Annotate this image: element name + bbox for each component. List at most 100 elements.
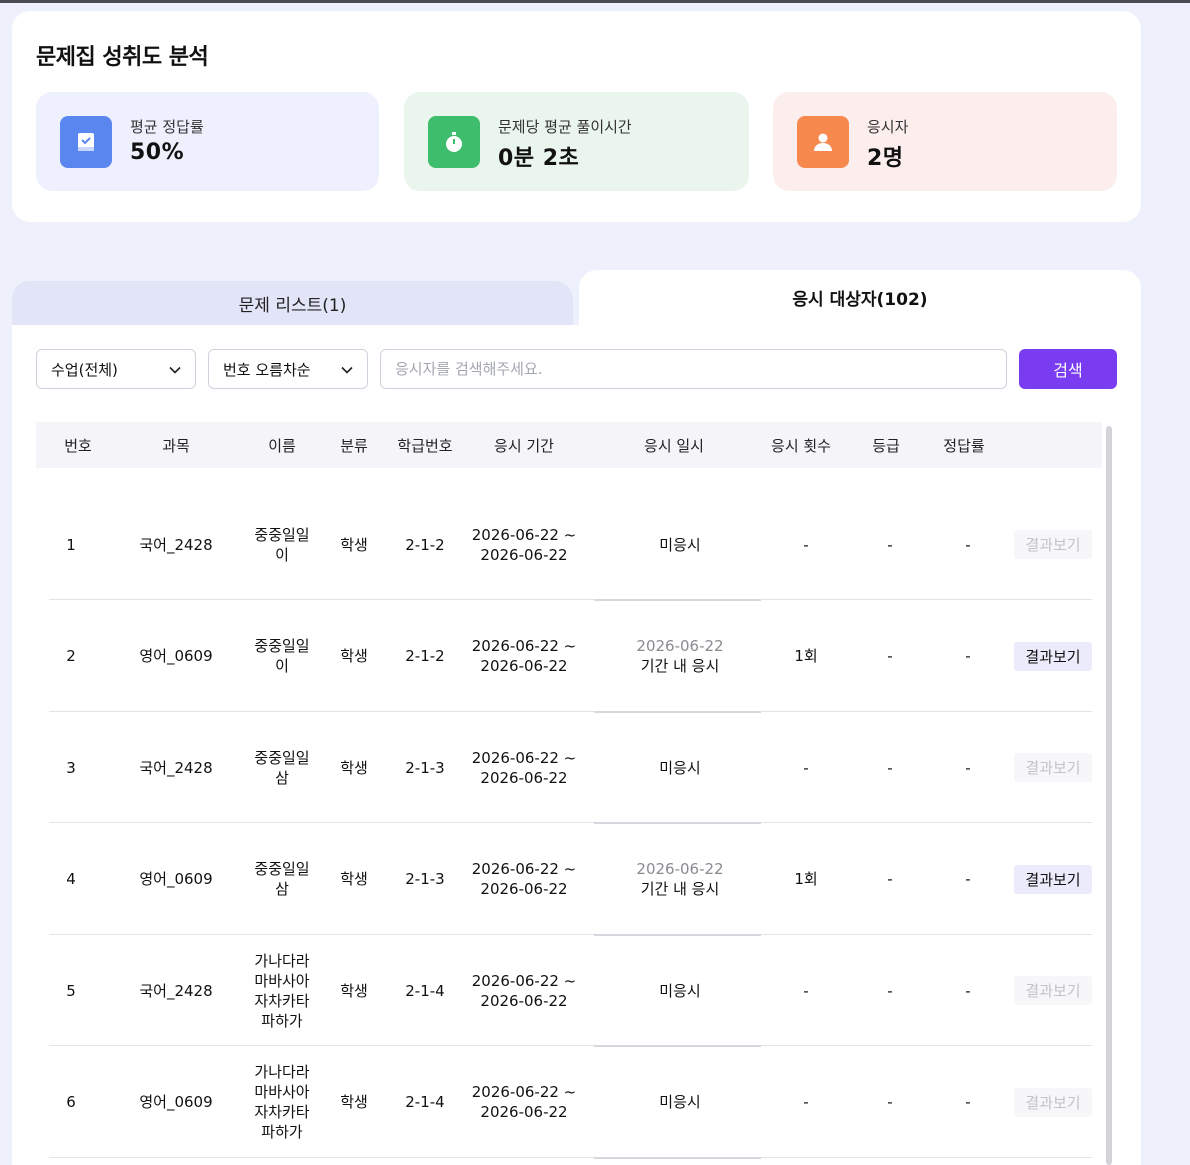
view-result-button[interactable]: 결과보기: [1014, 976, 1092, 1005]
view-result-button[interactable]: 결과보기: [1014, 1087, 1092, 1117]
cell-name: 중중일일 삼: [242, 824, 322, 935]
window-top-bar: [0, 0, 1190, 3]
column-header: 응시 횟수: [771, 436, 831, 455]
book-check-icon: [60, 116, 112, 168]
cell-rate: -: [965, 758, 971, 777]
cell-grade: -: [887, 535, 893, 554]
stopwatch-icon: [428, 116, 480, 168]
cell-type: 학생: [340, 535, 368, 554]
cell-name: 가나다라마바사아자차카타파하가: [242, 1047, 322, 1158]
column-header: 학급번호: [397, 436, 453, 455]
cell-number: 2: [66, 647, 76, 665]
cell-name-line: 이: [275, 545, 289, 564]
cell-grade: -: [887, 1093, 893, 1111]
cell-taken-line: 미응시: [659, 758, 701, 777]
row-divider: [49, 1156, 1092, 1158]
class-filter-select[interactable]: 수업(전체): [36, 349, 196, 389]
view-result-button[interactable]: 결과보기: [1014, 753, 1092, 782]
cell-count: -: [803, 981, 809, 1000]
sort-select[interactable]: 번호 오름차순: [208, 349, 368, 389]
view-result-button[interactable]: 결과보기: [1014, 530, 1092, 559]
table-scrollbar[interactable]: [1106, 426, 1112, 1165]
cell-name-line: 파하가: [261, 1123, 303, 1141]
view-result-button[interactable]: 결과보기: [1014, 641, 1092, 671]
cell-period-line: 2026-06-22 ~: [471, 748, 577, 767]
cell-number: 1: [66, 535, 76, 554]
cell-name-line: 중중일일: [254, 637, 310, 655]
column-header: 정답률: [943, 436, 985, 455]
cell-type: 학생: [340, 1093, 368, 1111]
cell-name-line: 자차카타: [254, 1103, 310, 1121]
person-icon: [797, 116, 849, 168]
cell-class-number: 2-1-4: [405, 981, 445, 1000]
cell-rate: -: [965, 535, 971, 554]
cell-period: 2026-06-22 ~2026-06-22: [464, 824, 584, 935]
cell-period-line: 2026-06-22: [480, 545, 568, 564]
cell-period: 2026-06-22 ~2026-06-22: [464, 1047, 584, 1158]
cell-rate: -: [965, 981, 971, 1000]
cell-class-number: 2-1-3: [405, 870, 445, 888]
cell-taken-line: 기간 내 응시: [640, 657, 720, 675]
view-result-button[interactable]: 결과보기: [1014, 864, 1092, 894]
cell-name-line: 이: [275, 657, 289, 675]
cell-type: 학생: [340, 758, 368, 777]
cell-count: -: [803, 535, 809, 554]
cell-count: -: [803, 1093, 809, 1111]
cell-period: 2026-06-22 ~2026-06-22: [464, 935, 584, 1046]
cell-grade: -: [887, 981, 893, 1000]
column-header: 응시 일시: [644, 436, 704, 455]
column-header: 응시 기간: [494, 436, 554, 455]
tab-examinees[interactable]: 응시 대상자(102): [579, 270, 1141, 325]
chevron-down-icon: [341, 366, 353, 374]
cell-name: 중중일일 이: [242, 489, 322, 600]
cell-period-line: 2026-06-22 ~: [471, 971, 577, 990]
page-title: 문제집 성취도 분석: [36, 45, 209, 70]
cell-name-line: 가나다라: [254, 1063, 310, 1081]
stat-label: 평균 정답률: [130, 118, 204, 136]
cell-name-line: 마바사아: [254, 1083, 310, 1101]
cell-count: -: [803, 758, 809, 777]
search-button[interactable]: 검색: [1019, 349, 1117, 389]
cell-period-line: 2026-06-22 ~: [471, 860, 577, 878]
chevron-down-icon: [169, 366, 181, 374]
cell-period: 2026-06-22 ~2026-06-22: [464, 489, 584, 600]
cell-name-line: 삼: [275, 768, 289, 787]
cell-class-number: 2-1-4: [405, 1093, 445, 1111]
column-header: 등급: [872, 436, 900, 455]
table-header: 번호 과목 이름 분류 학급번호 응시 기간 응시 일시 응시 횟수 등급 정답…: [36, 422, 1102, 468]
row-divider-accent: [594, 1156, 761, 1159]
cell-period: 2026-06-22 ~2026-06-22: [464, 712, 584, 823]
column-header: 번호: [64, 436, 92, 455]
cell-taken-line: 미응시: [659, 981, 701, 1000]
column-header: 이름: [268, 436, 296, 455]
cell-grade: -: [887, 870, 893, 888]
cell-number: 5: [66, 981, 76, 1000]
cell-rate: -: [965, 1093, 971, 1111]
cell-period-line: 2026-06-22: [480, 991, 568, 1010]
cell-class-number: 2-1-2: [405, 647, 445, 665]
cell-period-line: 2026-06-22: [480, 657, 568, 675]
table-row: 3 국어_2428 중중일일 삼 학생 2-1-3 2026-06-22 ~2026-06-…: [36, 712, 1092, 824]
cell-period-line: 2026-06-22 ~: [471, 525, 577, 544]
stat-value: 0분 2초: [498, 146, 580, 171]
cell-class-number: 2-1-2: [405, 535, 445, 554]
examinee-search-input[interactable]: [380, 349, 1007, 389]
cell-type: 학생: [340, 870, 368, 888]
cell-taken-line: 미응시: [659, 1093, 701, 1111]
cell-name-line: 중중일일: [254, 525, 310, 544]
cell-subject: 국어_2428: [139, 981, 213, 1000]
stat-examinee-count: 응시자 2명: [773, 92, 1117, 191]
tab-problem-list[interactable]: 문제 리스트(1): [12, 281, 573, 325]
table-row: 1 국어_2428 중중일일 이 학생 2-1-2 2026-06-22 ~2026-06-…: [36, 489, 1092, 601]
stat-value: 50%: [130, 140, 185, 165]
cell-rate: -: [965, 870, 971, 888]
column-header: 과목: [162, 436, 190, 455]
stat-label: 응시자: [867, 118, 909, 136]
cell-taken: 2026-06-22 기간 내 응시: [616, 824, 744, 935]
cell-grade: -: [887, 647, 893, 665]
cell-period: 2026-06-22 ~2026-06-22: [464, 601, 584, 712]
cell-subject: 영어_0609: [139, 870, 213, 888]
cell-period-line: 2026-06-22 ~: [471, 1083, 577, 1101]
cell-class-number: 2-1-3: [405, 758, 445, 777]
stat-average-correct-rate: 평균 정답률 50%: [36, 92, 379, 191]
